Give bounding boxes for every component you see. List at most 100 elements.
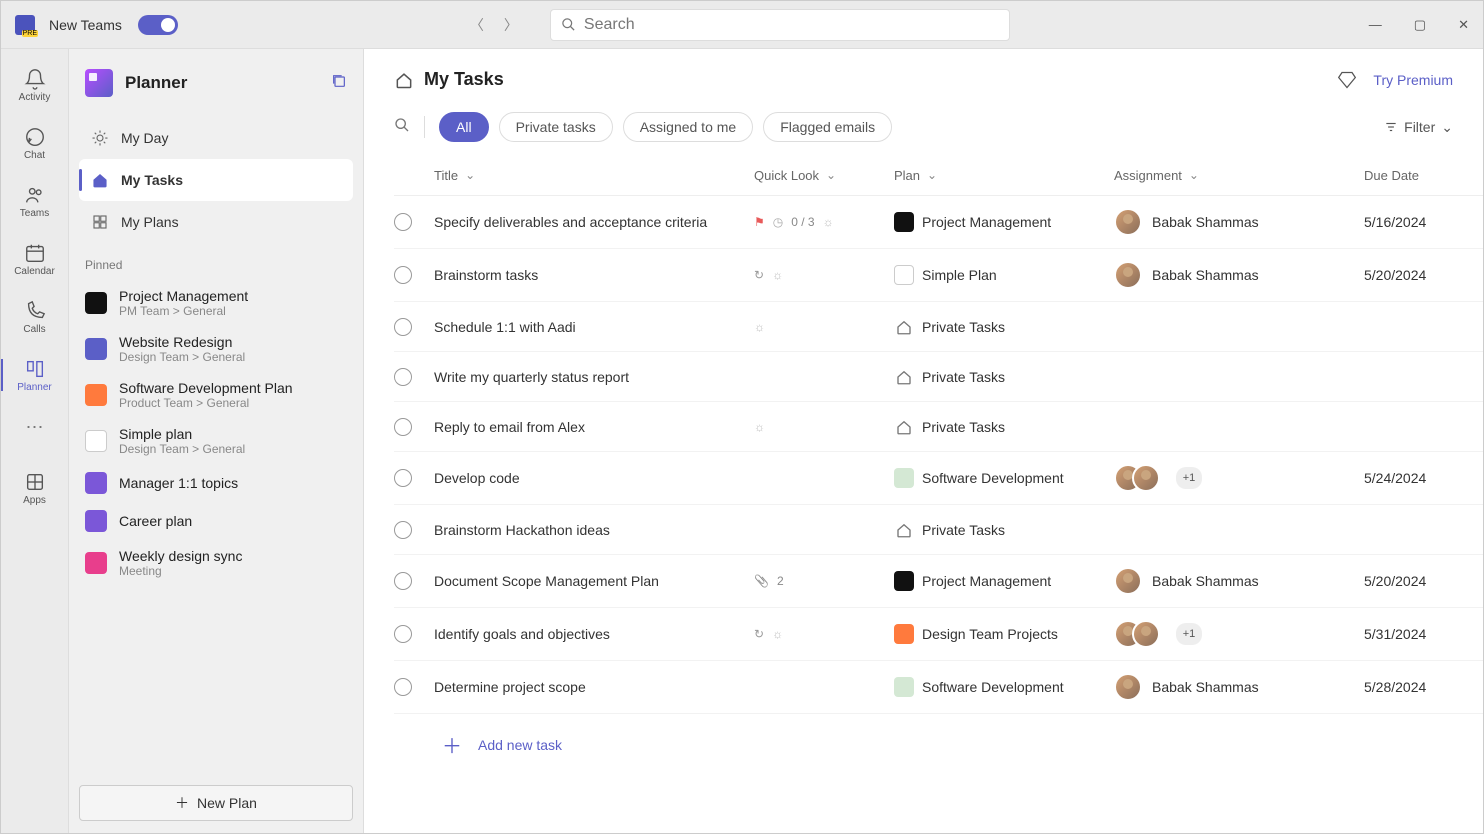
pinned-plan-item[interactable]: Weekly design syncMeeting (79, 540, 353, 586)
assignee-name: Babak Shammas (1152, 267, 1259, 283)
quick-look-cell (754, 268, 894, 282)
rail-activity[interactable]: Activity (6, 59, 64, 111)
tab-private[interactable]: Private tasks (499, 112, 613, 142)
table-row[interactable]: Reply to email from AlexPrivate Tasks (394, 402, 1483, 452)
try-premium-link[interactable]: Try Premium (1337, 70, 1453, 90)
pinned-plan-item[interactable]: Software Development PlanProduct Team > … (79, 372, 353, 418)
complete-checkbox[interactable] (394, 678, 412, 696)
tab-flagged[interactable]: Flagged emails (763, 112, 892, 142)
assignment-cell: +1 (1114, 620, 1364, 648)
quick-look-cell: 2 (754, 574, 894, 588)
col-title[interactable]: Title (434, 168, 754, 183)
plan-name: Simple Plan (922, 267, 997, 283)
due-date: 5/31/2024 (1364, 626, 1474, 642)
complete-checkbox[interactable] (394, 213, 412, 231)
add-task-button[interactable]: ＋ Add new task (394, 714, 1483, 775)
rail-calls[interactable]: Calls (6, 291, 64, 343)
plan-sublabel: Design Team > General (119, 442, 245, 456)
flag-icon: ⚑ (754, 215, 765, 229)
quick-look-cell (754, 420, 894, 434)
col-plan[interactable]: Plan (894, 168, 1114, 183)
grid-icon (91, 213, 109, 231)
complete-checkbox[interactable] (394, 469, 412, 487)
task-title: Specify deliverables and acceptance crit… (434, 214, 754, 230)
plan-badge-icon (894, 265, 914, 285)
col-assignment[interactable]: Assignment (1114, 168, 1364, 183)
plan-name: Private Tasks (922, 319, 1005, 335)
table-row[interactable]: Brainstorm Hackathon ideasPrivate Tasks (394, 505, 1483, 555)
pinned-plan-item[interactable]: Simple planDesign Team > General (79, 418, 353, 464)
apps-icon (24, 471, 46, 493)
col-quick-look[interactable]: Quick Look (754, 168, 894, 183)
phone-icon (24, 300, 46, 322)
recurring-icon (754, 627, 764, 641)
table-row[interactable]: Determine project scopeSoftware Developm… (394, 661, 1483, 714)
table-row[interactable]: Document Scope Management Plan2Project M… (394, 555, 1483, 608)
tab-assigned[interactable]: Assigned to me (623, 112, 754, 142)
task-title: Write my quarterly status report (434, 369, 754, 385)
new-plan-button[interactable]: ＋ New Plan (79, 785, 353, 821)
divider (424, 116, 425, 138)
filter-button[interactable]: Filter ⌄ (1384, 119, 1453, 136)
plan-name: Project Management (922, 214, 1051, 230)
home-icon (91, 171, 109, 189)
plan-badge-icon (894, 417, 914, 437)
table-row[interactable]: Brainstorm tasksSimple PlanBabak Shammas… (394, 249, 1483, 302)
maximize-button[interactable]: ▢ (1408, 11, 1432, 39)
sidebar-my-day[interactable]: My Day (79, 117, 353, 159)
plan-name: Private Tasks (922, 369, 1005, 385)
complete-checkbox[interactable] (394, 521, 412, 539)
plan-icon (85, 384, 107, 406)
rail-chat[interactable]: Chat (6, 117, 64, 169)
rail-teams[interactable]: Teams (6, 175, 64, 227)
table-row[interactable]: Specify deliverables and acceptance crit… (394, 196, 1483, 249)
planner-app-icon (85, 69, 113, 97)
plan-badge-icon (894, 468, 914, 488)
table-row[interactable]: Schedule 1:1 with AadiPrivate Tasks (394, 302, 1483, 352)
avatar (1132, 464, 1160, 492)
global-search[interactable]: Search (550, 9, 1010, 41)
plan-cell: Private Tasks (894, 367, 1114, 387)
sidebar-my-plans[interactable]: My Plans (79, 201, 353, 243)
complete-checkbox[interactable] (394, 266, 412, 284)
task-search-button[interactable] (394, 117, 410, 138)
plan-name: Career plan (119, 513, 192, 529)
plan-icon (85, 430, 107, 452)
page-title: My Tasks (424, 69, 504, 90)
pinned-plan-item[interactable]: Career plan (79, 502, 353, 540)
rail-planner[interactable]: Planner (6, 349, 64, 401)
due-date: 5/20/2024 (1364, 573, 1474, 589)
search-icon (561, 17, 576, 32)
col-due-date[interactable]: Due Date (1364, 168, 1474, 183)
plan-sublabel: Design Team > General (119, 350, 245, 364)
pinned-plan-item[interactable]: Website RedesignDesign Team > General (79, 326, 353, 372)
close-button[interactable]: ✕ (1452, 11, 1475, 39)
complete-checkbox[interactable] (394, 318, 412, 336)
avatar (1114, 208, 1142, 236)
plan-badge-icon (894, 212, 914, 232)
nav-back-button[interactable]: 〈 (466, 11, 488, 39)
new-teams-toggle[interactable] (138, 15, 178, 35)
plan-badge-icon (894, 317, 914, 337)
table-row[interactable]: Identify goals and objectivesDesign Team… (394, 608, 1483, 661)
pinned-plan-item[interactable]: Project ManagementPM Team > General (79, 280, 353, 326)
avatar (1114, 567, 1142, 595)
tab-all[interactable]: All (439, 112, 489, 142)
nav-forward-button[interactable]: 〉 (500, 11, 522, 39)
complete-checkbox[interactable] (394, 572, 412, 590)
pinned-plan-item[interactable]: Manager 1:1 topics (79, 464, 353, 502)
complete-checkbox[interactable] (394, 625, 412, 643)
complete-checkbox[interactable] (394, 418, 412, 436)
popout-button[interactable] (331, 73, 347, 94)
plan-cell: Project Management (894, 571, 1114, 591)
rail-calendar[interactable]: Calendar (6, 233, 64, 285)
search-icon (394, 117, 410, 133)
table-row[interactable]: Write my quarterly status report Private … (394, 352, 1483, 402)
sidebar-my-tasks[interactable]: My Tasks (79, 159, 353, 201)
minimize-button[interactable]: — (1363, 11, 1388, 39)
rail-more-button[interactable]: ⋯ (26, 407, 44, 448)
complete-checkbox[interactable] (394, 368, 412, 386)
plan-name: Simple plan (119, 426, 245, 442)
table-row[interactable]: Develop codeSoftware Development+15/24/2… (394, 452, 1483, 505)
rail-apps[interactable]: Apps (6, 462, 64, 514)
